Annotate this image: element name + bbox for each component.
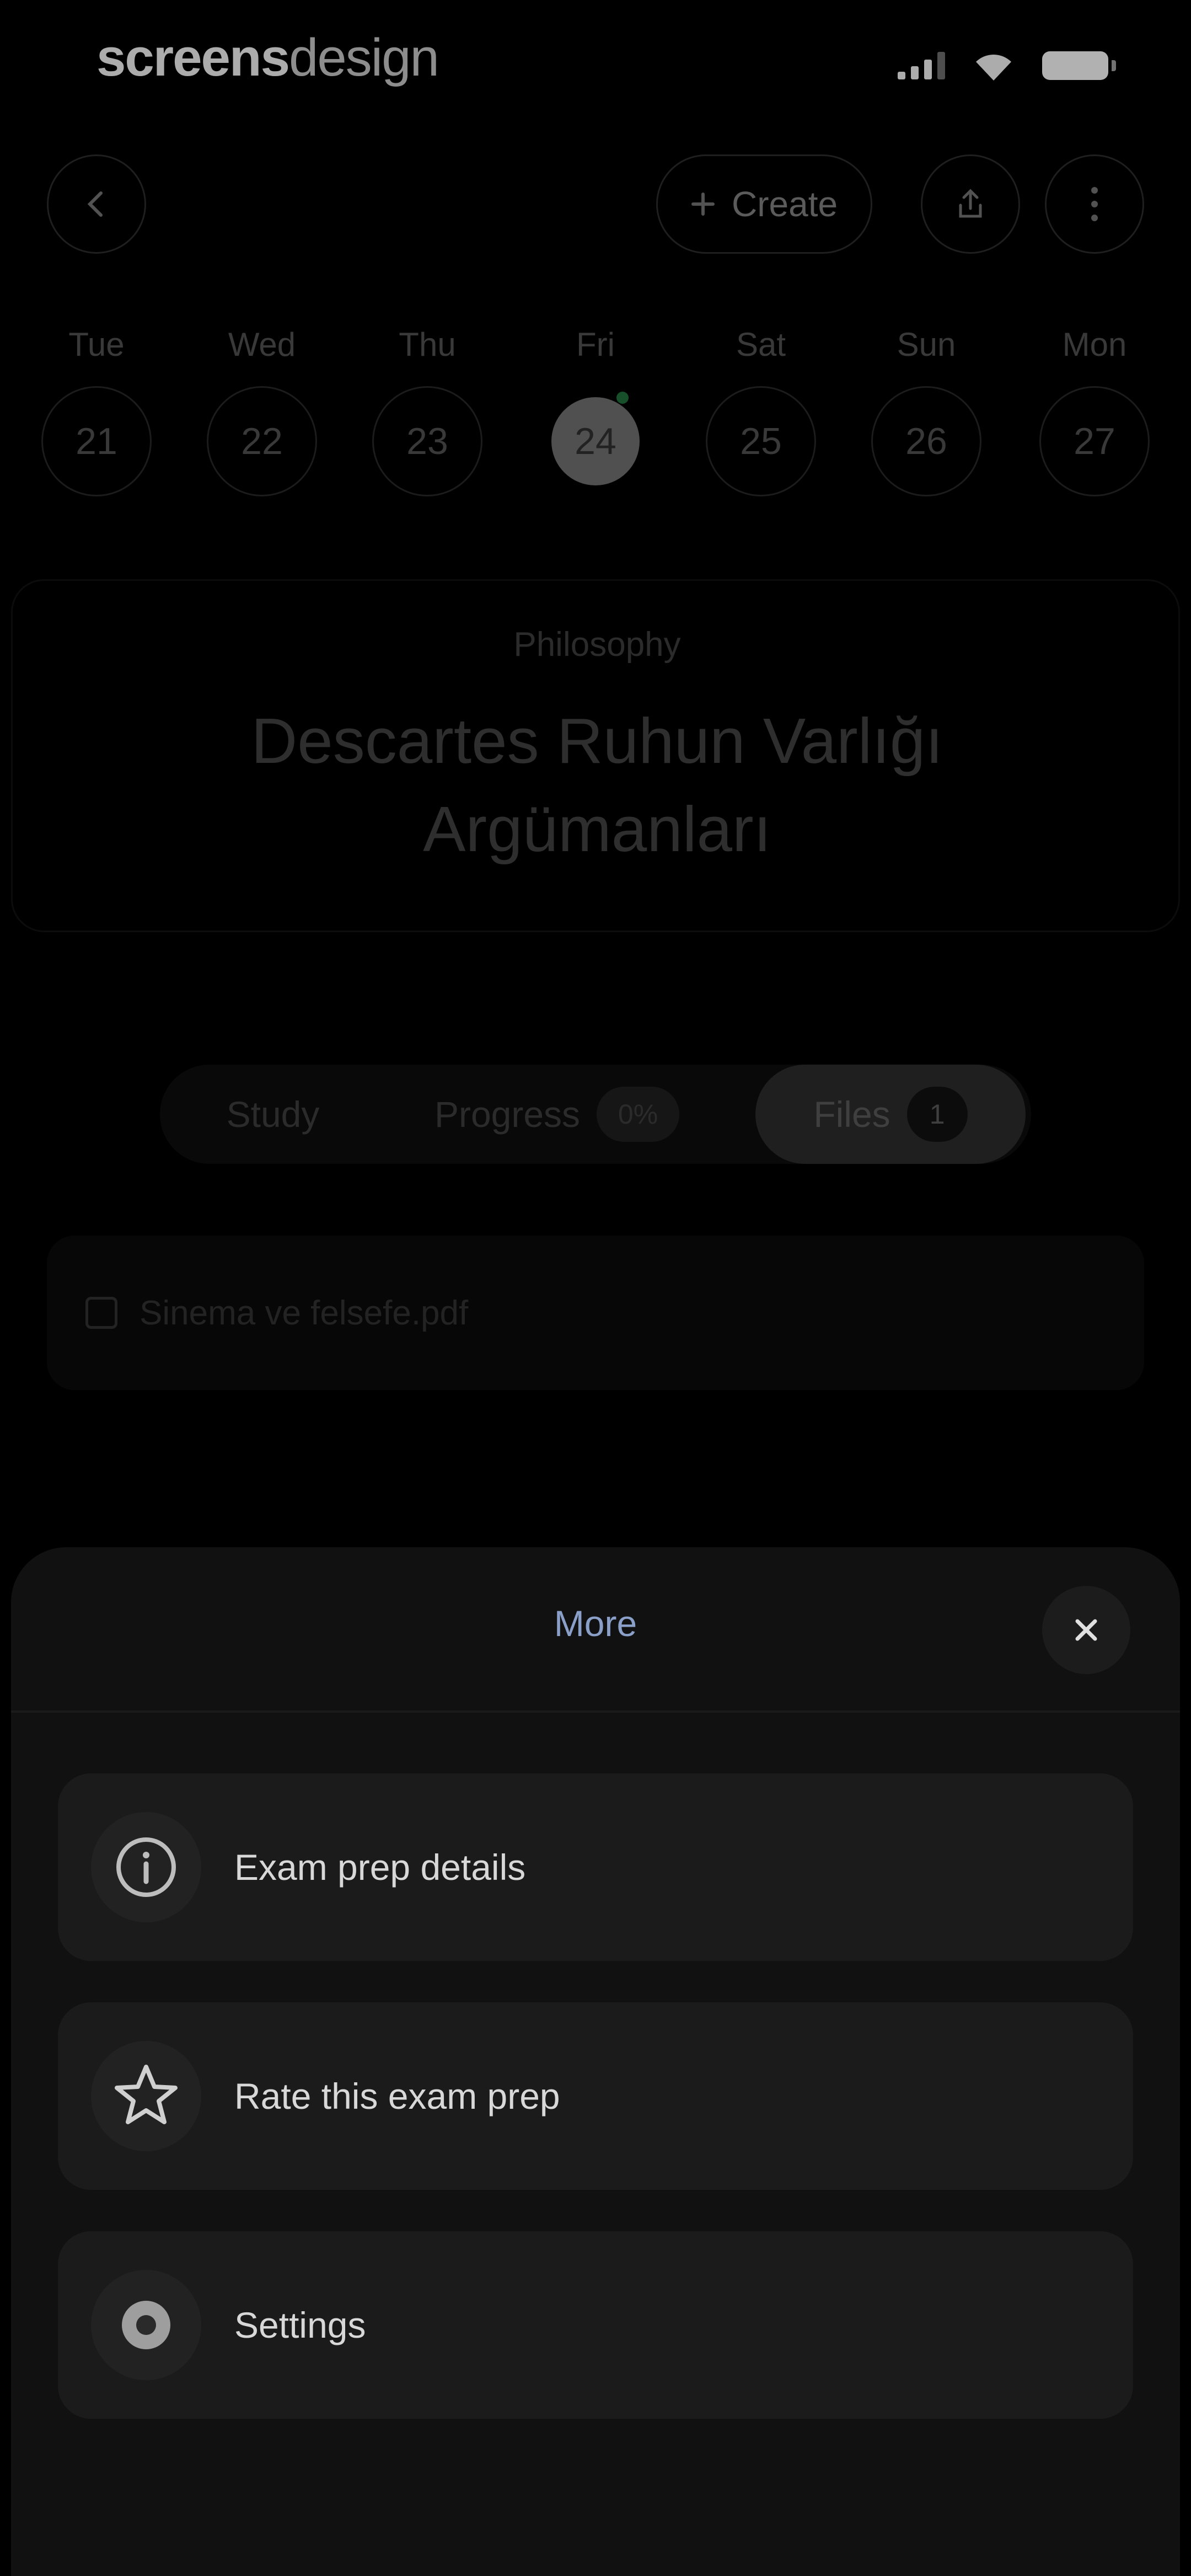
menu-item-label: Rate this exam prep — [234, 2076, 560, 2117]
menu-item-label: Settings — [234, 2305, 366, 2345]
menu-item-label: Exam prep details — [234, 1847, 526, 1888]
menu-item-settings[interactable]: Settings — [58, 2231, 1133, 2419]
close-button[interactable] — [1042, 1586, 1130, 1674]
close-icon — [1075, 1619, 1097, 1641]
sheet-title: More — [554, 1603, 637, 1644]
menu-item-rate-exam-prep[interactable]: Rate this exam prep — [58, 2002, 1133, 2190]
sheet-header: More — [11, 1547, 1180, 1713]
more-bottom-sheet: More Exam prep details Rate this exam pr… — [11, 1547, 1180, 2576]
info-icon — [116, 1837, 176, 1897]
star-icon — [115, 2065, 178, 2124]
menu-icon-wrap — [91, 2041, 201, 2151]
menu-icon-wrap — [91, 2270, 201, 2380]
app-root: screens design Create Tue 21 Wed 22 Thu … — [0, 0, 1191, 2576]
menu-item-exam-prep-details[interactable]: Exam prep details — [58, 1773, 1133, 1961]
gear-icon — [122, 2301, 170, 2349]
menu-icon-wrap — [91, 1812, 201, 1922]
